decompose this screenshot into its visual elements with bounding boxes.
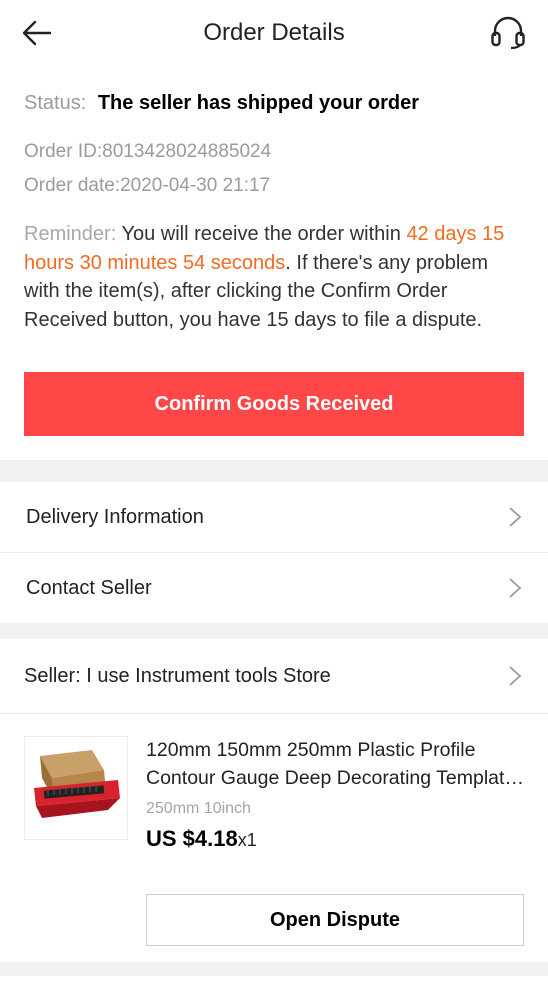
- product-price: US $4.18: [146, 826, 238, 851]
- section-separator: [0, 623, 548, 639]
- reminder-text-before: You will receive the order within: [121, 223, 401, 245]
- chevron-right-icon: [509, 666, 522, 686]
- product-quantity: x1: [237, 830, 257, 850]
- chevron-right-icon: [509, 507, 522, 527]
- chevron-right-icon: [509, 578, 522, 598]
- page-title: Order Details: [203, 19, 345, 46]
- contact-seller-label: Contact Seller: [26, 576, 152, 599]
- arrow-left-icon: [22, 20, 52, 46]
- product-image: [34, 750, 120, 818]
- section-separator: [0, 460, 548, 482]
- delivery-information-row[interactable]: Delivery Information: [0, 482, 548, 552]
- back-button[interactable]: [22, 16, 62, 50]
- support-button[interactable]: [488, 14, 528, 52]
- seller-store-row[interactable]: Seller: I use Instrument tools Store: [0, 639, 548, 713]
- status-value: The seller has shipped your order: [97, 92, 420, 114]
- order-id: Order ID:8013428024885024: [24, 141, 272, 162]
- product-thumbnail[interactable]: [24, 736, 128, 840]
- product-info: 120mm 150mm 250mm Plastic Profile Contou…: [146, 736, 524, 856]
- app-header: Order Details: [0, 0, 548, 66]
- delivery-information-label: Delivery Information: [26, 505, 204, 528]
- open-dispute-button[interactable]: Open Dispute: [146, 894, 524, 946]
- product-title[interactable]: 120mm 150mm 250mm Plastic Profile Contou…: [146, 736, 524, 792]
- seller-store-name: Seller: I use Instrument tools Store: [24, 664, 331, 687]
- headset-icon: [491, 16, 525, 50]
- confirm-goods-received-button[interactable]: Confirm Goods Received: [24, 372, 524, 436]
- reminder-label: Reminder:: [24, 223, 117, 245]
- section-separator: [0, 962, 548, 976]
- status-label: Status:: [24, 92, 87, 114]
- dispute-action-area: Open Dispute: [0, 856, 548, 946]
- order-status-section: Status: The seller has shipped your orde…: [0, 66, 548, 436]
- reminder-text: Reminder: You will receive the order wit…: [24, 220, 524, 334]
- product-variant: 250mm 10inch: [146, 800, 251, 817]
- product-item[interactable]: 120mm 150mm 250mm Plastic Profile Contou…: [0, 714, 548, 856]
- status-row: Status: The seller has shipped your orde…: [24, 90, 524, 116]
- order-date: Order date:2020-04-30 21:17: [24, 175, 271, 196]
- contact-seller-row[interactable]: Contact Seller: [0, 553, 548, 623]
- product-price-row: US $4.18x1: [146, 826, 524, 852]
